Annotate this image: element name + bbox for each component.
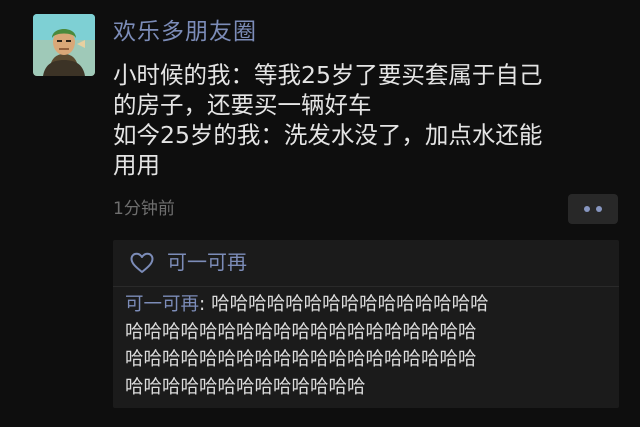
- post-timestamp: 1分钟前: [113, 199, 175, 219]
- likes-comments-panel: 可一可再 可一可再: 哈哈哈哈哈哈哈哈哈哈哈哈哈哈哈 哈哈哈哈哈哈哈哈哈哈哈哈哈…: [113, 240, 619, 408]
- comment-separator: :: [199, 294, 212, 315]
- moments-post: 欢乐多朋友圈 小时候的我：等我25岁了要买套属于自己 的房子，还要买一辆好车 如…: [0, 0, 640, 427]
- liker-name-link[interactable]: 可一可再: [167, 248, 247, 276]
- comment-author-link[interactable]: 可一可再: [125, 294, 199, 315]
- comment-text-line: 哈哈哈哈哈哈哈哈哈哈哈哈哈哈哈: [211, 294, 489, 315]
- post-text-line: 的房子，还要买一辆好车: [113, 91, 372, 119]
- post-text-line: 如今25岁的我：洗发水没了，加点水还能: [113, 121, 543, 149]
- heart-outline-icon: [130, 252, 154, 273]
- two-dots-icon: [584, 206, 590, 212]
- character-portrait-icon: [33, 14, 95, 76]
- comment-text-line: 哈哈哈哈哈哈哈哈哈哈哈哈哈哈哈哈哈哈哈: [125, 321, 477, 343]
- more-actions-button[interactable]: [568, 194, 618, 224]
- comment-first-line: 可一可再: 哈哈哈哈哈哈哈哈哈哈哈哈哈哈哈: [125, 291, 617, 319]
- post-text-line: 小时候的我：等我25岁了要买套属于自己: [113, 61, 543, 89]
- comment-text-line: 哈哈哈哈哈哈哈哈哈哈哈哈哈哈哈哈哈哈哈: [125, 349, 477, 370]
- comment-text-line: 哈哈哈哈哈哈哈哈哈哈哈哈哈: [125, 376, 366, 398]
- post-text: 小时候的我：等我25岁了要买套属于自己 的房子，还要买一辆好车 如今25岁的我：…: [113, 60, 623, 180]
- post-text-line: 用用: [113, 151, 160, 179]
- avatar[interactable]: [33, 14, 95, 76]
- divider: [113, 286, 619, 287]
- comment[interactable]: 可一可再: 哈哈哈哈哈哈哈哈哈哈哈哈哈哈哈 哈哈哈哈哈哈哈哈哈哈哈哈哈哈哈哈哈哈…: [125, 291, 617, 401]
- post-author-name[interactable]: 欢乐多朋友圈: [113, 17, 257, 47]
- two-dots-icon: [596, 206, 602, 212]
- likes-row: 可一可再: [113, 240, 619, 284]
